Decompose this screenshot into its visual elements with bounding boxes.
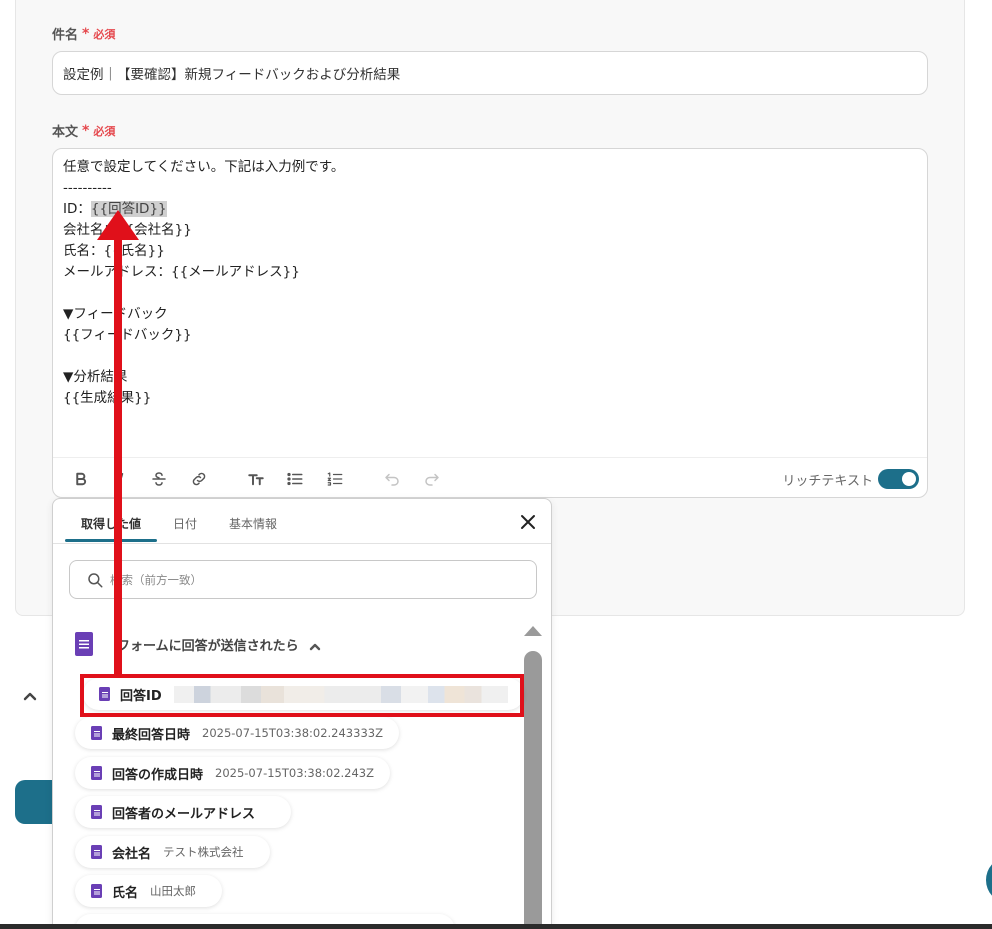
value-item-last-response-time[interactable]: 最終回答日時 2025-07-15T03:38:02.243333Z — [75, 717, 399, 749]
text-size-icon[interactable] — [246, 469, 266, 489]
body-line: ---------- — [63, 180, 112, 196]
search-icon — [88, 572, 103, 587]
body-line: メールアドレス：{{メールアドレス}} — [63, 264, 300, 280]
tab-date[interactable]: 日付 — [173, 515, 197, 532]
value-item-value: 2025-07-15T03:38:02.243333Z — [202, 726, 383, 740]
italic-icon[interactable] — [111, 469, 131, 489]
body-line — [63, 283, 344, 304]
google-forms-icon — [75, 632, 93, 656]
section-header[interactable]: フォームに回答が送信されたら — [75, 631, 321, 657]
scrollbar-thumb[interactable] — [524, 651, 542, 929]
bold-icon[interactable] — [71, 469, 91, 489]
search-input[interactable] — [110, 572, 510, 587]
value-item-value: テスト株式会社 — [163, 845, 244, 859]
value-item-name[interactable]: 氏名 山田太郎 — [75, 875, 223, 907]
rich-text-label: リッチテキスト — [782, 474, 873, 489]
tab-basic-info[interactable]: 基本情報 — [229, 515, 277, 532]
body-line: 任意で設定してください。下記は入力例です。 — [63, 159, 345, 175]
required-star: * — [82, 25, 90, 42]
scroll-up-arrow[interactable] — [524, 626, 542, 636]
google-forms-icon — [91, 805, 102, 819]
subject-input[interactable]: 設定例｜【要確認】新規フィードバックおよび分析結果 — [52, 51, 928, 95]
editor-toolbar: リッチテキスト — [53, 457, 927, 497]
body-line-prefix: ID： — [63, 201, 91, 217]
undo-icon[interactable] — [382, 469, 402, 489]
body-line: {{生成結果}} — [63, 390, 152, 406]
value-item-label: 会社名 — [112, 846, 152, 862]
numbered-list-icon[interactable] — [325, 469, 345, 489]
value-item-label: 回答の作成日時 — [112, 767, 204, 783]
body-line: {{フィードバック}} — [63, 327, 192, 343]
body-text-area[interactable]: 任意で設定してください。下記は入力例です。 ---------- ID：{{回答… — [63, 157, 344, 409]
body-line: ID：{{回答ID}} — [63, 199, 344, 220]
body-line — [63, 346, 344, 367]
google-forms-icon — [91, 726, 102, 740]
rich-text-toggle[interactable] — [878, 469, 919, 489]
body-line: 氏名：{{氏名}} — [63, 243, 165, 259]
body-line: 会社名：{{会社名}} — [63, 222, 192, 238]
toggle-knob — [902, 472, 916, 486]
value-item-label: 氏名 — [112, 885, 139, 901]
picker-tabs: 取得した値 日付 基本情報 — [53, 499, 551, 544]
body-line: ▼フィードバック — [63, 306, 168, 322]
subject-value: 設定例｜【要確認】新規フィードバックおよび分析結果 — [63, 67, 401, 83]
tab-acquired-values[interactable]: 取得した値 — [81, 515, 141, 532]
close-icon[interactable] — [519, 513, 537, 531]
value-item-company[interactable]: 会社名 テスト株式会社 — [75, 836, 270, 868]
strikethrough-icon[interactable] — [149, 469, 169, 489]
link-icon[interactable] — [189, 469, 209, 489]
required-text: 必須 — [93, 27, 116, 41]
value-item-label: 回答者のメールアドレス — [112, 806, 256, 822]
required-text: 必須 — [93, 124, 116, 138]
body-line: ▼分析結果 — [63, 369, 128, 385]
google-forms-icon — [91, 884, 102, 898]
value-item-value: 2025-07-15T03:38:02.243Z — [215, 766, 375, 780]
subject-label: 件名 * 必須 — [52, 24, 116, 44]
chevron-up-icon[interactable] — [22, 688, 38, 704]
highlight-box — [80, 674, 524, 717]
search-field[interactable] — [69, 560, 537, 599]
required-star: * — [82, 122, 90, 139]
body-label-text: 本文 — [52, 125, 79, 140]
value-item-response-created-time[interactable]: 回答の作成日時 2025-07-15T03:38:02.243Z — [75, 757, 391, 789]
section-title: フォームに回答が送信されたら — [117, 638, 299, 654]
body-editor[interactable]: 任意で設定してください。下記は入力例です。 ---------- ID：{{回答… — [52, 148, 928, 498]
value-item-value: 山田太郎 — [150, 884, 197, 898]
bullet-list-icon[interactable] — [285, 469, 305, 489]
body-label: 本文 * 必須 — [52, 121, 116, 141]
bottom-bar — [0, 924, 992, 929]
redo-icon[interactable] — [422, 469, 442, 489]
active-tab-indicator — [65, 539, 157, 542]
value-item-label: 最終回答日時 — [112, 727, 191, 743]
help-fab[interactable] — [986, 858, 992, 902]
subject-label-text: 件名 — [52, 28, 79, 43]
value-item-respondent-email[interactable]: 回答者のメールアドレス — [75, 796, 292, 828]
google-forms-icon — [91, 845, 102, 859]
chevron-up-icon[interactable] — [309, 638, 321, 651]
google-forms-icon — [91, 766, 102, 780]
selected-token[interactable]: {{回答ID}} — [90, 201, 167, 217]
